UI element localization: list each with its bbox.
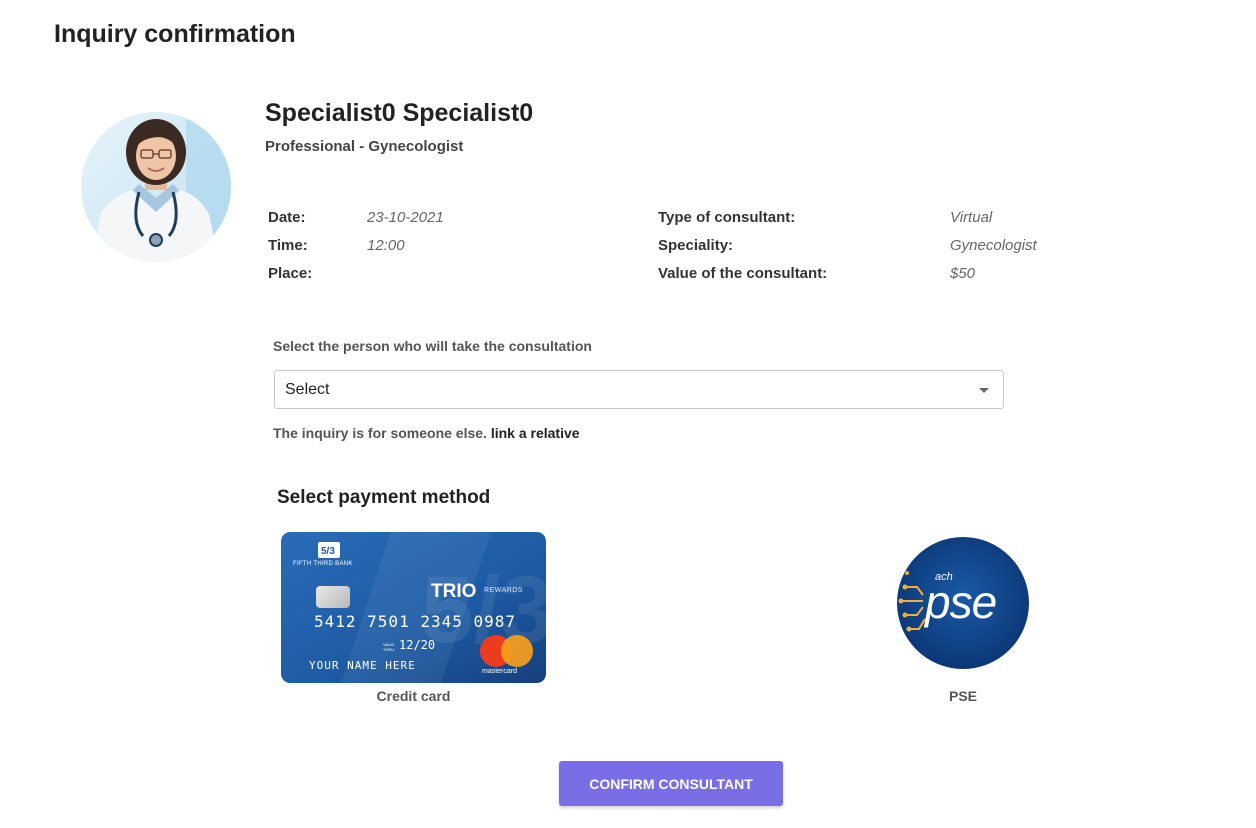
relative-note-text: The inquiry is for someone else. <box>273 425 487 441</box>
page-title: Inquiry confirmation <box>54 20 296 48</box>
appointment-details-left: Date: 23-10-2021 Time: 12:00 Place: <box>268 209 608 289</box>
chevron-down-icon <box>979 388 989 393</box>
card-valid-thru-label: VALID THRU <box>383 642 395 652</box>
payment-method-title: Select payment method <box>277 487 491 508</box>
pse-label: PSE <box>948 688 977 704</box>
consult-value: $50 <box>950 265 976 282</box>
svg-text:5/3: 5/3 <box>321 546 335 557</box>
card-chip-icon <box>316 586 350 608</box>
card-bank-name: FIFTH THIRD BANK <box>293 561 353 567</box>
doctor-name: Specialist0 Specialist0 <box>265 99 534 127</box>
time-value: 12:00 <box>367 237 405 254</box>
relative-note: The inquiry is for someone else. link a … <box>273 425 580 441</box>
appointment-details-right: Type of consultant: Virtual Speciality: … <box>658 209 1078 289</box>
card-holder: YOUR NAME HERE <box>309 659 416 672</box>
doctor-role: Professional - Gynecologist <box>265 138 464 155</box>
credit-card-label: Credit card <box>376 688 451 704</box>
person-select[interactable]: Select <box>274 370 1004 409</box>
confirm-consultant-button[interactable]: CONFIRM CONSULTANT <box>559 761 783 806</box>
card-number: 5412 7501 2345 0987 <box>314 612 517 631</box>
mastercard-icon-right <box>501 635 533 667</box>
card-expiry: 12/20 <box>399 638 436 652</box>
place-label: Place: <box>268 265 313 282</box>
credit-card-option[interactable]: 5/3 5/3 FIFTH THIRD BANK TRIO REWARDS 54… <box>281 532 546 683</box>
doctor-photo-icon <box>81 112 231 262</box>
time-label: Time: <box>268 237 308 254</box>
card-brand: TRIO <box>431 581 477 602</box>
link-relative-link[interactable]: link a relative <box>491 425 580 441</box>
pse-logo-text: pse <box>925 576 997 628</box>
pse-option[interactable]: ach pse <box>897 537 1029 669</box>
person-select-value: Select <box>285 381 330 398</box>
card-network: mastercard <box>482 668 518 675</box>
date-label: Date: <box>268 209 306 226</box>
type-value: Virtual <box>950 209 993 226</box>
card-rewards: REWARDS <box>484 587 524 594</box>
person-select-label: Select the person who will take the cons… <box>273 338 592 354</box>
date-value: 23-10-2021 <box>367 209 444 226</box>
speciality-label: Speciality: <box>658 237 734 254</box>
consult-value-label: Value of the consultant: <box>658 265 828 282</box>
speciality-value: Gynecologist <box>950 237 1037 254</box>
doctor-avatar <box>81 112 231 262</box>
type-label: Type of consultant: <box>658 209 796 226</box>
